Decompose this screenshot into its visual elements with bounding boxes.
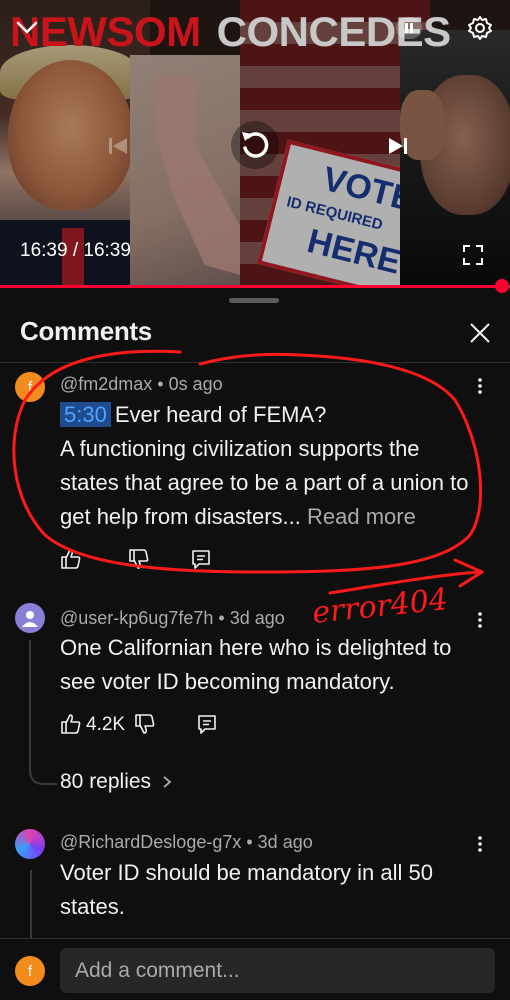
close-icon[interactable] [467, 320, 493, 346]
drag-handle[interactable] [229, 298, 279, 303]
comment-rest: A functioning civilization supports the … [60, 432, 480, 534]
avatar[interactable] [15, 603, 45, 633]
comment-author[interactable]: @RichardDesloge-g7x [60, 832, 241, 852]
like-icon[interactable] [60, 548, 82, 570]
avatar-letter: f [27, 962, 33, 980]
comment-first-line: Ever heard of FEMA? [114, 402, 327, 427]
more-options-icon[interactable] [475, 834, 485, 854]
progress-fill [0, 285, 502, 288]
fullscreen-icon[interactable] [462, 244, 484, 266]
dislike-icon[interactable] [128, 548, 150, 570]
avatar-letter: f [27, 378, 33, 396]
video-time: 16:39 / 16:39 [20, 240, 131, 262]
replay-icon[interactable] [230, 120, 280, 170]
time-current: 16:39 [20, 240, 68, 261]
comment-text: One Californian here who is delighted to… [60, 635, 452, 694]
comment-meta: @RichardDesloge-g7x • 3d ago [60, 832, 313, 852]
composer-divider [0, 938, 510, 939]
reply-icon[interactable] [196, 713, 218, 735]
comment-author[interactable]: @fm2dmax [60, 374, 152, 394]
comment-text: Voter ID should be mandatory in all 50 s… [60, 860, 434, 919]
comment-age: 0s ago [168, 374, 223, 394]
time-total: 16:39 [83, 240, 131, 261]
progress-scrubber[interactable] [495, 279, 509, 293]
time-separator: / [67, 240, 84, 261]
comment-age: 3d ago [257, 832, 313, 852]
video-player[interactable]: VOTE ID REQUIRED HERE NEWSOM CONCEDES 16:… [0, 0, 510, 287]
video-headline: NEWSOM CONCEDES [10, 8, 451, 55]
comment-age: 3d ago [229, 608, 285, 628]
pause-icon[interactable] [395, 14, 423, 42]
chevron-down-icon[interactable] [14, 14, 40, 40]
more-options-icon[interactable] [475, 610, 485, 630]
comment-author[interactable]: @user-kp6ug7fe7h [60, 608, 213, 628]
more-options-icon[interactable] [475, 376, 485, 396]
avatar[interactable]: f [15, 372, 45, 402]
like-icon[interactable] [60, 713, 82, 735]
timestamp-link[interactable]: 5:30 [60, 402, 111, 427]
user-silhouette-icon [22, 611, 38, 627]
thread-connector [29, 640, 57, 785]
avatar: f [15, 956, 45, 986]
read-more-link[interactable]: Read more [307, 504, 416, 529]
sheet-title: Comments [20, 316, 152, 346]
settings-icon[interactable] [466, 14, 494, 42]
comment-meta: @fm2dmax • 0s ago [60, 374, 223, 394]
like-count: 4.2K [86, 714, 126, 735]
reply-icon[interactable] [190, 548, 212, 570]
add-comment-input[interactable] [60, 948, 495, 993]
comment-meta: @user-kp6ug7fe7h • 3d ago [60, 608, 285, 628]
comment-text: 5:30 Ever heard of FEMA? A functioning ci… [60, 398, 480, 534]
chevron-right-icon [163, 776, 172, 789]
next-icon[interactable] [380, 128, 416, 164]
replies-label: 80 replies [60, 770, 152, 793]
sheet-divider [0, 362, 510, 363]
dislike-icon[interactable] [134, 713, 156, 735]
previous-icon[interactable] [100, 128, 136, 164]
annotation-text: error404 [310, 581, 450, 632]
avatar[interactable] [15, 829, 45, 859]
view-replies-button[interactable]: 80 replies [60, 770, 173, 794]
thread-line [30, 870, 32, 938]
